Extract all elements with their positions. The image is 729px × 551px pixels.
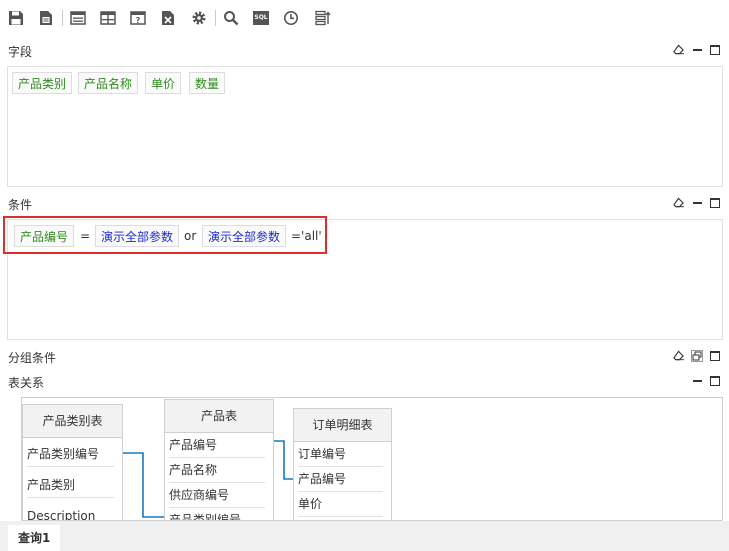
condition-highlight-box	[3, 216, 327, 254]
minimize-icon[interactable]	[691, 375, 703, 387]
table-title: 产品表	[165, 400, 273, 433]
field-tag[interactable]: 产品类别	[12, 72, 73, 94]
eraser-icon[interactable]	[673, 44, 685, 56]
table-title: 产品类别表	[23, 405, 122, 438]
clock-icon[interactable]	[282, 9, 300, 27]
toolbar-separator	[215, 10, 216, 26]
fields-section-controls	[673, 43, 721, 57]
eraser-icon[interactable]	[673, 197, 685, 209]
table-column[interactable]: 产品类别编号	[23, 442, 122, 467]
table-column[interactable]: 单价	[294, 492, 391, 517]
minimize-icon[interactable]	[691, 44, 703, 56]
maximize-icon[interactable]	[709, 350, 721, 362]
field-tag[interactable]: 单价	[145, 72, 182, 94]
table-card[interactable]: 订单明细表 订单编号 产品编号 单价	[293, 408, 392, 520]
relations-canvas[interactable]: 产品类别表 产品类别编号 产品类别 Description 产品表 产品编号 产…	[21, 397, 723, 521]
table-card[interactable]: 产品类别表 产品类别编号 产品类别 Description	[22, 404, 123, 520]
query-tab-bar: 查询1	[0, 521, 729, 551]
table-column[interactable]: 产品名称	[165, 458, 273, 483]
sql-icon-label: SQL	[253, 11, 269, 25]
table-column[interactable]: 产品类别	[23, 473, 122, 498]
table-card[interactable]: 产品表 产品编号 产品名称 供应商编号 产品类别编号	[164, 399, 274, 520]
table-title: 订单明细表	[294, 409, 391, 442]
field-tag[interactable]: 数量	[189, 72, 226, 94]
maximize-icon[interactable]	[709, 197, 721, 209]
group-section-title: 分组条件	[8, 351, 57, 365]
restore-icon[interactable]	[691, 350, 703, 362]
group-section-controls	[673, 349, 721, 363]
field-tag[interactable]: 产品名称	[78, 72, 139, 94]
eraser-icon[interactable]	[673, 350, 685, 362]
save-as-icon[interactable]	[37, 9, 55, 27]
save-icon[interactable]	[7, 9, 25, 27]
table-column[interactable]: 订单编号	[294, 442, 391, 467]
layout-icon[interactable]	[99, 9, 117, 27]
table-column[interactable]: 产品类别编号	[165, 508, 273, 520]
sql-icon[interactable]: SQL	[252, 9, 270, 27]
table-column[interactable]: 产品编号	[294, 467, 391, 492]
relation-link[interactable]	[273, 440, 294, 480]
minimize-icon[interactable]	[691, 197, 703, 209]
parameter-icon[interactable]: ?	[129, 9, 147, 27]
conditions-section-controls	[673, 196, 721, 210]
tab-query-1[interactable]: 查询1	[8, 525, 61, 551]
table-column[interactable]: Description	[23, 504, 122, 520]
form-icon[interactable]	[69, 9, 87, 27]
relations-section-title: 表关系	[8, 376, 45, 390]
table-column[interactable]: 供应商编号	[165, 483, 273, 508]
table-column[interactable]: 产品编号	[165, 433, 273, 458]
toolbar: ? SQL	[0, 0, 729, 36]
relation-link[interactable]	[121, 452, 165, 518]
maximize-icon[interactable]	[709, 375, 721, 387]
relations-section-controls	[691, 374, 721, 388]
toolbar-separator	[62, 10, 63, 26]
fields-section-title: 字段	[8, 45, 33, 59]
conditions-section-title: 条件	[8, 198, 33, 212]
gear-icon[interactable]	[190, 9, 208, 27]
export-icon[interactable]	[159, 9, 177, 27]
search-icon[interactable]	[222, 9, 240, 27]
sort-icon[interactable]	[314, 9, 332, 27]
fields-panel[interactable]: 产品类别 产品名称 单价 数量	[7, 66, 723, 187]
maximize-icon[interactable]	[709, 44, 721, 56]
svg-text:?: ?	[136, 16, 141, 25]
